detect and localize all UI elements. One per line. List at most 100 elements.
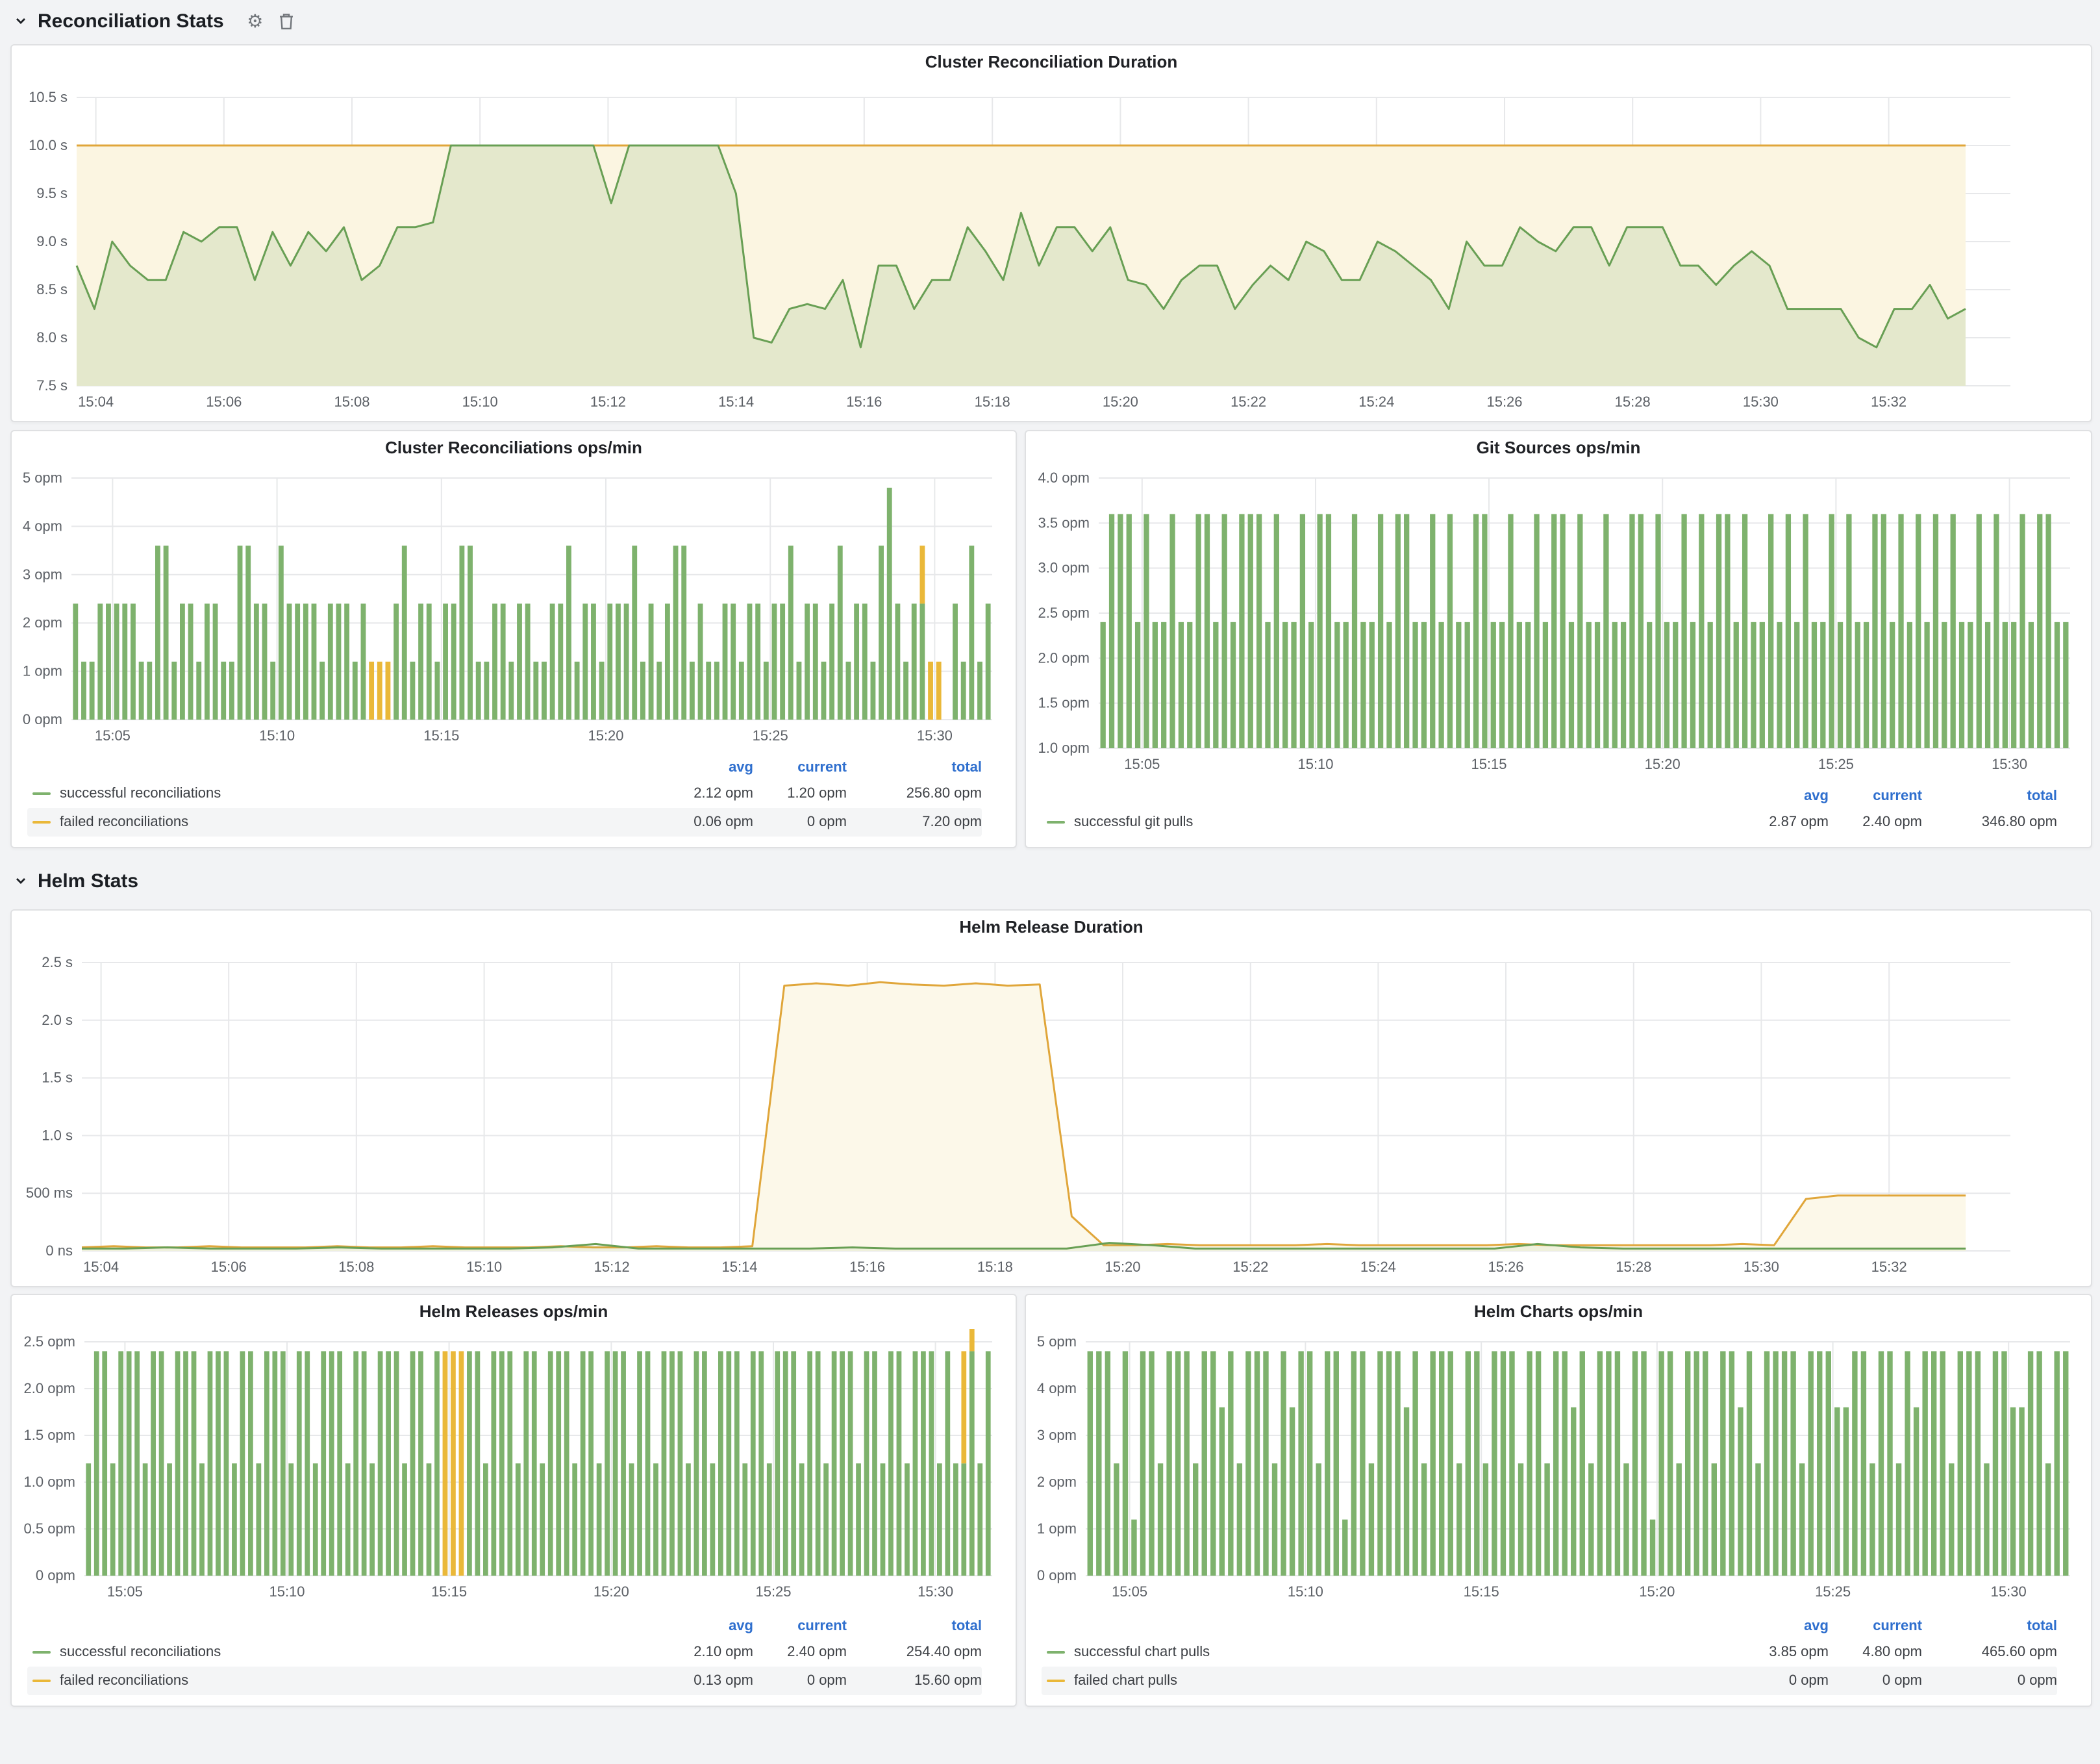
legend-series-label[interactable]: failed reconciliations <box>27 1673 639 1689</box>
legend: avgcurrenttotalsuccessful chart pulls3.8… <box>1042 1615 2075 1695</box>
panel-git-sources: Git Sources ops/min 15:0515:1015:1515:20… <box>1025 430 2092 848</box>
panel-title[interactable]: Cluster Reconciliation Duration <box>12 45 2091 79</box>
svg-text:15:10: 15:10 <box>1288 1583 1323 1600</box>
panel-title[interactable]: Helm Releases ops/min <box>12 1295 1016 1329</box>
svg-text:15:20: 15:20 <box>1105 1259 1140 1275</box>
chart-cluster-reconciliations[interactable]: 15:0515:1015:1515:2015:2515:300 opm1 opm… <box>12 465 1016 751</box>
svg-text:5 opm: 5 opm <box>23 470 62 486</box>
svg-text:1.5 opm: 1.5 opm <box>24 1427 76 1443</box>
legend-series-label[interactable]: failed reconciliations <box>27 814 639 830</box>
svg-text:15:20: 15:20 <box>1645 756 1681 772</box>
legend-total-value: 465.60 opm <box>1922 1644 2057 1660</box>
panel-helm-charts: Helm Charts ops/min 15:0515:1015:1515:20… <box>1025 1294 2092 1707</box>
legend-header: avgcurrenttotal <box>27 1615 982 1638</box>
legend-total-value: 15.60 opm <box>847 1673 982 1689</box>
svg-text:4 opm: 4 opm <box>23 518 62 534</box>
panel-title[interactable]: Git Sources ops/min <box>1026 431 2091 465</box>
legend-total-value: 256.80 opm <box>847 786 982 801</box>
grafana-dashboard: Reconciliation Stats ⚙ Cluster Reconcili… <box>0 0 2100 1764</box>
svg-text:15:05: 15:05 <box>95 727 131 744</box>
legend-avg-value: 0.13 opm <box>639 1673 753 1689</box>
svg-text:3 opm: 3 opm <box>23 566 62 583</box>
svg-text:1.5 opm: 1.5 opm <box>1038 695 1090 711</box>
series-color-dash <box>1047 1680 1065 1682</box>
svg-text:15:30: 15:30 <box>1991 1583 2027 1600</box>
svg-text:15:08: 15:08 <box>334 394 369 410</box>
chart-cluster-reconciliation-duration[interactable]: 15:0415:0615:0815:1015:1215:1415:1615:18… <box>12 79 2091 420</box>
chart-helm-charts[interactable]: 15:0515:1015:1515:2015:2515:300 opm1 opm… <box>1026 1329 2091 1607</box>
svg-text:15:26: 15:26 <box>1486 394 1522 410</box>
legend: avgcurrenttotal successful git pulls2.87 … <box>1042 785 2075 837</box>
svg-text:15:20: 15:20 <box>594 1583 629 1600</box>
svg-text:1.0 opm: 1.0 opm <box>24 1474 76 1490</box>
svg-text:15:30: 15:30 <box>918 1583 953 1600</box>
series-color-dash <box>1047 1651 1065 1654</box>
chart-helm-releases[interactable]: 15:0515:1015:1515:2015:2515:300 opm0.5 o… <box>12 1329 1016 1607</box>
svg-text:15:18: 15:18 <box>977 1259 1013 1275</box>
svg-text:5 opm: 5 opm <box>1037 1333 1077 1350</box>
legend-total-value: 254.40 opm <box>847 1644 982 1660</box>
legend-col-current[interactable]: current <box>1829 1619 1922 1634</box>
legend: avgcurrenttotal successful reconciliation… <box>27 1615 1000 1695</box>
chart-git-sources[interactable]: 15:0515:1015:1515:2015:2515:301.0 opm1.5… <box>1026 465 2091 779</box>
svg-text:3 opm: 3 opm <box>1037 1427 1077 1443</box>
legend-avg-value: 2.87 opm <box>1714 814 1829 830</box>
legend-col-avg[interactable]: avg <box>1714 788 1829 804</box>
legend-col-current[interactable]: current <box>753 760 847 775</box>
legend-col-total[interactable]: total <box>847 760 982 775</box>
legend-col-total[interactable]: total <box>1922 788 2057 804</box>
svg-text:15:32: 15:32 <box>1871 394 1906 410</box>
svg-text:15:30: 15:30 <box>1743 394 1779 410</box>
section-title[interactable]: Reconciliation Stats <box>38 10 224 32</box>
legend-series-label[interactable]: successful reconciliations <box>27 1644 639 1660</box>
legend-series-label[interactable]: successful reconciliations <box>27 786 639 801</box>
legend-col-total[interactable]: total <box>1922 1619 2057 1634</box>
legend-current-value: 2.40 opm <box>1829 814 1922 830</box>
svg-text:15:15: 15:15 <box>431 1583 467 1600</box>
svg-text:15:10: 15:10 <box>1297 756 1333 772</box>
legend-col-avg[interactable]: avg <box>1714 1619 1829 1634</box>
svg-text:8.0 s: 8.0 s <box>36 329 68 346</box>
svg-text:15:06: 15:06 <box>206 394 242 410</box>
svg-text:15:15: 15:15 <box>1464 1583 1499 1600</box>
panel-title[interactable]: Helm Charts ops/min <box>1026 1295 2091 1329</box>
panel-title[interactable]: Cluster Reconciliations ops/min <box>12 431 1016 465</box>
legend-avg-value: 2.10 opm <box>639 1644 753 1660</box>
section-header-helm-stats[interactable]: Helm Stats <box>13 865 138 896</box>
legend-col-total[interactable]: total <box>847 1619 982 1634</box>
chevron-down-icon[interactable] <box>13 870 27 891</box>
gear-icon[interactable]: ⚙ <box>245 10 266 31</box>
legend-series-label[interactable]: failed chart pulls <box>1042 1673 1714 1689</box>
svg-text:15:12: 15:12 <box>590 394 626 410</box>
svg-text:2 opm: 2 opm <box>1037 1474 1077 1490</box>
legend-series-label[interactable]: successful chart pulls <box>1042 1644 1714 1660</box>
svg-text:15:12: 15:12 <box>594 1259 630 1275</box>
legend-col-avg[interactable]: avg <box>639 1619 753 1634</box>
section-header-reconciliation-stats[interactable]: Reconciliation Stats ⚙ <box>13 5 297 36</box>
legend-total-value: 346.80 opm <box>1922 814 2057 830</box>
legend-row: successful reconciliations2.12 opm1.20 o… <box>27 779 982 808</box>
chart-helm-release-duration[interactable]: 15:0415:0615:0815:1015:1215:1415:1615:18… <box>12 944 2091 1285</box>
legend-current-value: 1.20 opm <box>753 786 847 801</box>
svg-text:2 opm: 2 opm <box>23 614 62 631</box>
panel-title[interactable]: Helm Release Duration <box>12 911 2091 944</box>
svg-text:0 opm: 0 opm <box>1037 1567 1077 1583</box>
chevron-down-icon[interactable] <box>13 10 27 31</box>
panel-helm-release-duration: Helm Release Duration 15:0415:0615:0815:… <box>10 909 2092 1287</box>
svg-text:3.0 opm: 3.0 opm <box>1038 560 1090 576</box>
legend-col-avg[interactable]: avg <box>639 760 753 775</box>
legend-row: failed reconciliations0.13 opm0 opm15.60… <box>27 1667 982 1695</box>
legend-col-current[interactable]: current <box>1829 788 1922 804</box>
svg-text:4 opm: 4 opm <box>1037 1380 1077 1396</box>
legend-col-current[interactable]: current <box>753 1619 847 1634</box>
legend: avgcurrenttotal successful reconciliation… <box>27 756 1000 837</box>
legend-current-value: 4.80 opm <box>1829 1644 1922 1660</box>
legend-total-value: 7.20 opm <box>847 814 982 830</box>
trash-icon[interactable] <box>276 10 297 31</box>
svg-text:15:25: 15:25 <box>755 1583 791 1600</box>
section-title[interactable]: Helm Stats <box>38 870 138 892</box>
svg-text:15:10: 15:10 <box>269 1583 305 1600</box>
svg-text:1.5 s: 1.5 s <box>42 1070 73 1086</box>
legend-row: failed chart pulls0 opm0 opm0 opm <box>1042 1667 2057 1695</box>
legend-series-label[interactable]: successful git pulls <box>1042 814 1714 830</box>
